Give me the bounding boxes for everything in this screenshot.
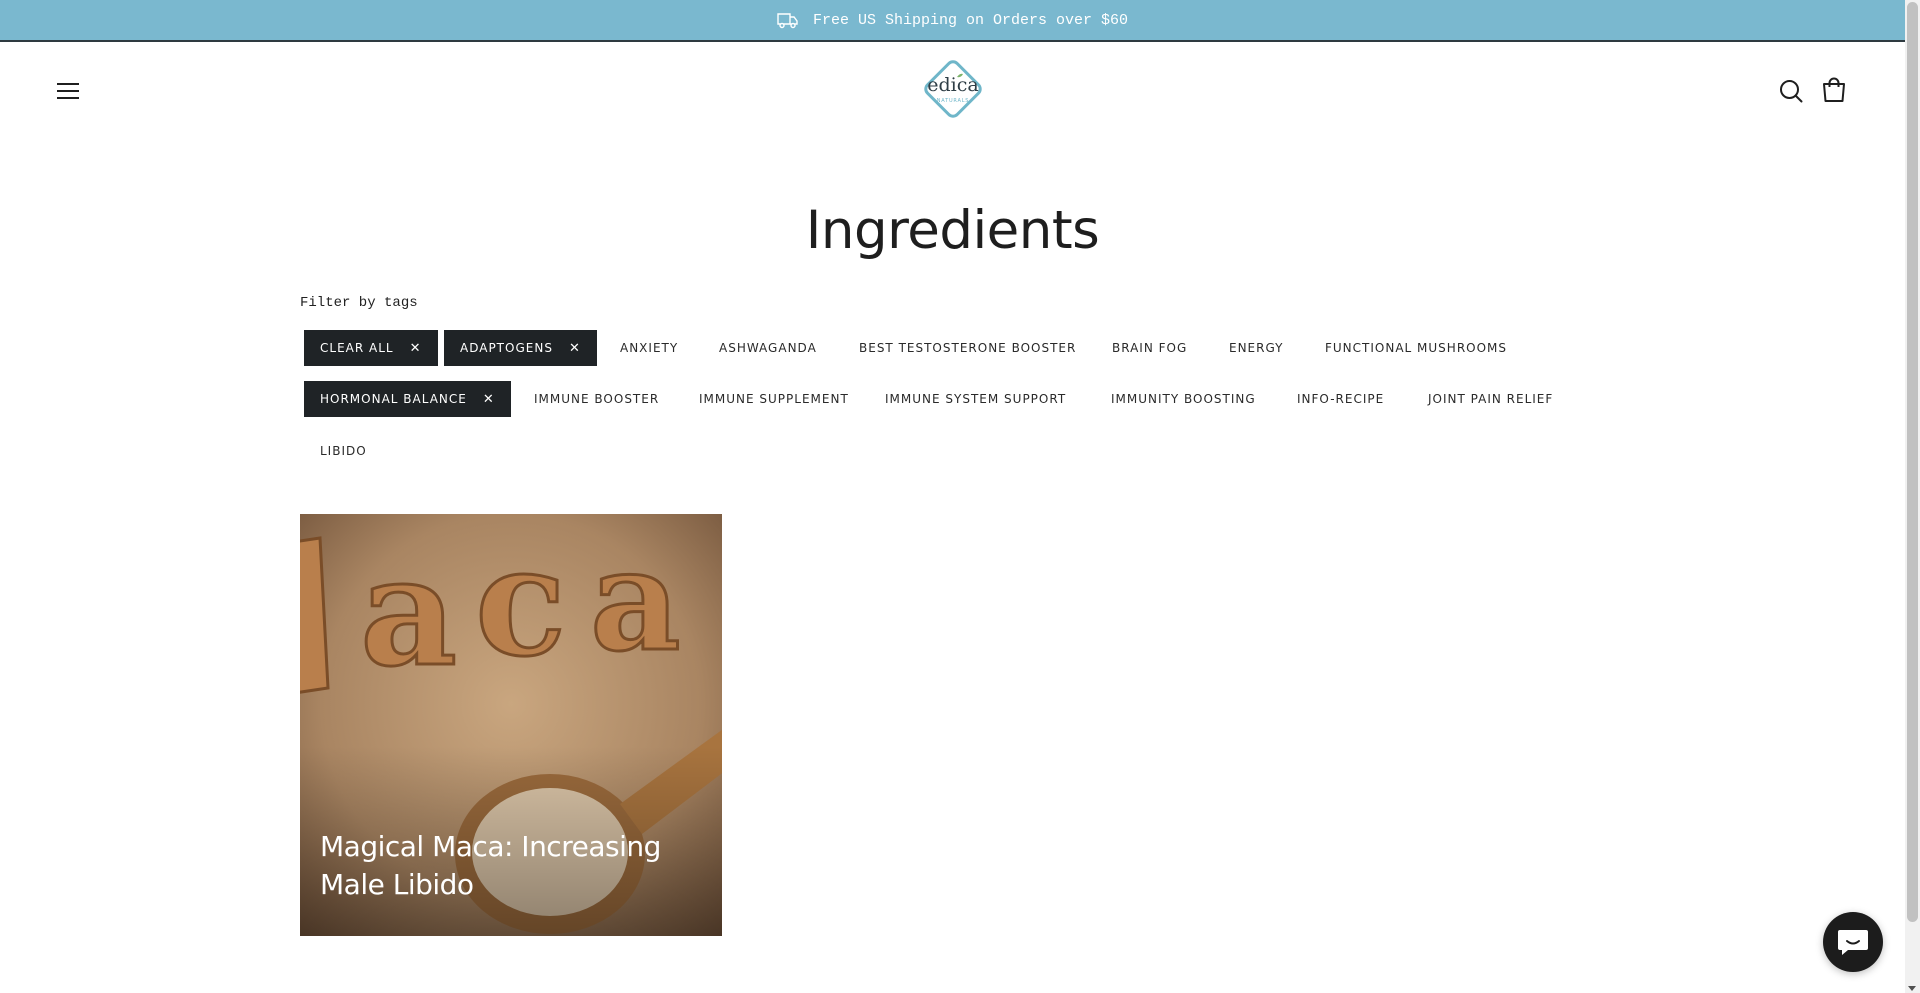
chat-bubble-icon [1838, 930, 1868, 955]
tag-immune-system-support[interactable]: IMMUNE SYSTEM SUPPORT [869, 381, 1082, 417]
tag-label: IMMUNE SYSTEM SUPPORT [885, 392, 1067, 406]
hamburger-menu-icon [57, 83, 79, 99]
chat-button[interactable] [1823, 912, 1883, 972]
scroll-down-arrow-icon[interactable] [1908, 986, 1916, 991]
tag-label: BRAIN FOG [1112, 341, 1188, 355]
truck-icon [777, 13, 798, 29]
tag-functional-mushrooms[interactable]: FUNCTIONAL MUSHROOMS [1309, 330, 1523, 366]
tag-anxiety[interactable]: ANXIETY [604, 330, 694, 366]
tag-energy[interactable]: ENERGY [1213, 330, 1300, 366]
tag-hormonal-balance[interactable]: HORMONAL BALANCE ✕ [304, 381, 511, 417]
tag-label: IMMUNITY BOOSTING [1111, 392, 1256, 406]
logo-brand: edica [927, 74, 978, 96]
cart-button[interactable] [1822, 77, 1846, 108]
tag-label: CLEAR ALL [320, 341, 394, 355]
filter-label: Filter by tags [300, 295, 418, 311]
search-button[interactable] [1779, 79, 1803, 108]
tag-label: HORMONAL BALANCE [320, 392, 467, 406]
tag-label: ASHWAGANDA [719, 341, 817, 355]
tag-label: ENERGY [1229, 341, 1284, 355]
tag-label: ANXIETY [620, 341, 679, 355]
tag-best-testosterone-booster[interactable]: BEST TESTOSTERONE BOOSTER [843, 330, 1092, 366]
tag-label: INFO-RECIPE [1297, 392, 1385, 406]
tag-immunity-boosting[interactable]: IMMUNITY BOOSTING [1095, 381, 1272, 417]
page-scrollbar[interactable] [1905, 0, 1920, 993]
remove-tag-icon: ✕ [568, 340, 581, 356]
site-header: edica NATURALS [0, 42, 1905, 142]
tag-immune-supplement[interactable]: IMMUNE SUPPLEMENT [683, 381, 865, 417]
announcement-bar: Free US Shipping on Orders over $60 [0, 0, 1905, 42]
article-title: Magical Maca: Increasing Male Libido [320, 830, 661, 901]
tag-clear-all[interactable]: CLEAR ALL ✕ [304, 330, 438, 366]
tag-libido[interactable]: LIBIDO [304, 433, 383, 469]
page-title: Ingredients [805, 200, 1100, 261]
tag-label: ADAPTOGENS [460, 341, 553, 355]
logo-sub: NATURALS [937, 98, 970, 104]
tag-filter-list: CLEAR ALL ✕ ADAPTOGENS ✕ ANXIETY ASHWAGAND… [300, 0, 1600, 458]
tag-label: LIBIDO [320, 444, 367, 458]
tag-joint-pain-relief[interactable]: JOINT PAIN RELIEF [1412, 381, 1569, 417]
tag-ashwaganda[interactable]: ASHWAGANDA [703, 330, 833, 366]
announcement-text: Free US Shipping on Orders over $60 [812, 11, 1129, 29]
tag-label: FUNCTIONAL MUSHROOMS [1325, 341, 1508, 355]
tag-label: BEST TESTOSTERONE BOOSTER [859, 341, 1077, 355]
scrollbar-thumb[interactable] [1907, 2, 1918, 922]
tag-brain-fog[interactable]: BRAIN FOG [1096, 330, 1203, 366]
site-logo[interactable]: edica NATURALS [917, 53, 989, 125]
tag-info-recipe[interactable]: INFO-RECIPE [1281, 381, 1400, 417]
tag-immune-booster[interactable]: IMMUNE BOOSTER [518, 381, 675, 417]
tag-label: JOINT PAIN RELIEF [1428, 392, 1554, 406]
menu-button[interactable] [56, 80, 80, 102]
remove-tag-icon: ✕ [482, 391, 495, 407]
tag-adaptogens[interactable]: ADAPTOGENS ✕ [444, 330, 597, 366]
remove-tag-icon: ✕ [409, 340, 422, 356]
search-icon [1780, 80, 1803, 103]
tag-label: IMMUNE BOOSTER [534, 392, 660, 406]
article-card[interactable]: a c a Magical Maca: Increasing Male Libi… [300, 514, 722, 936]
shopping-bag-icon [1823, 77, 1845, 102]
tag-label: IMMUNE SUPPLEMENT [699, 392, 849, 406]
